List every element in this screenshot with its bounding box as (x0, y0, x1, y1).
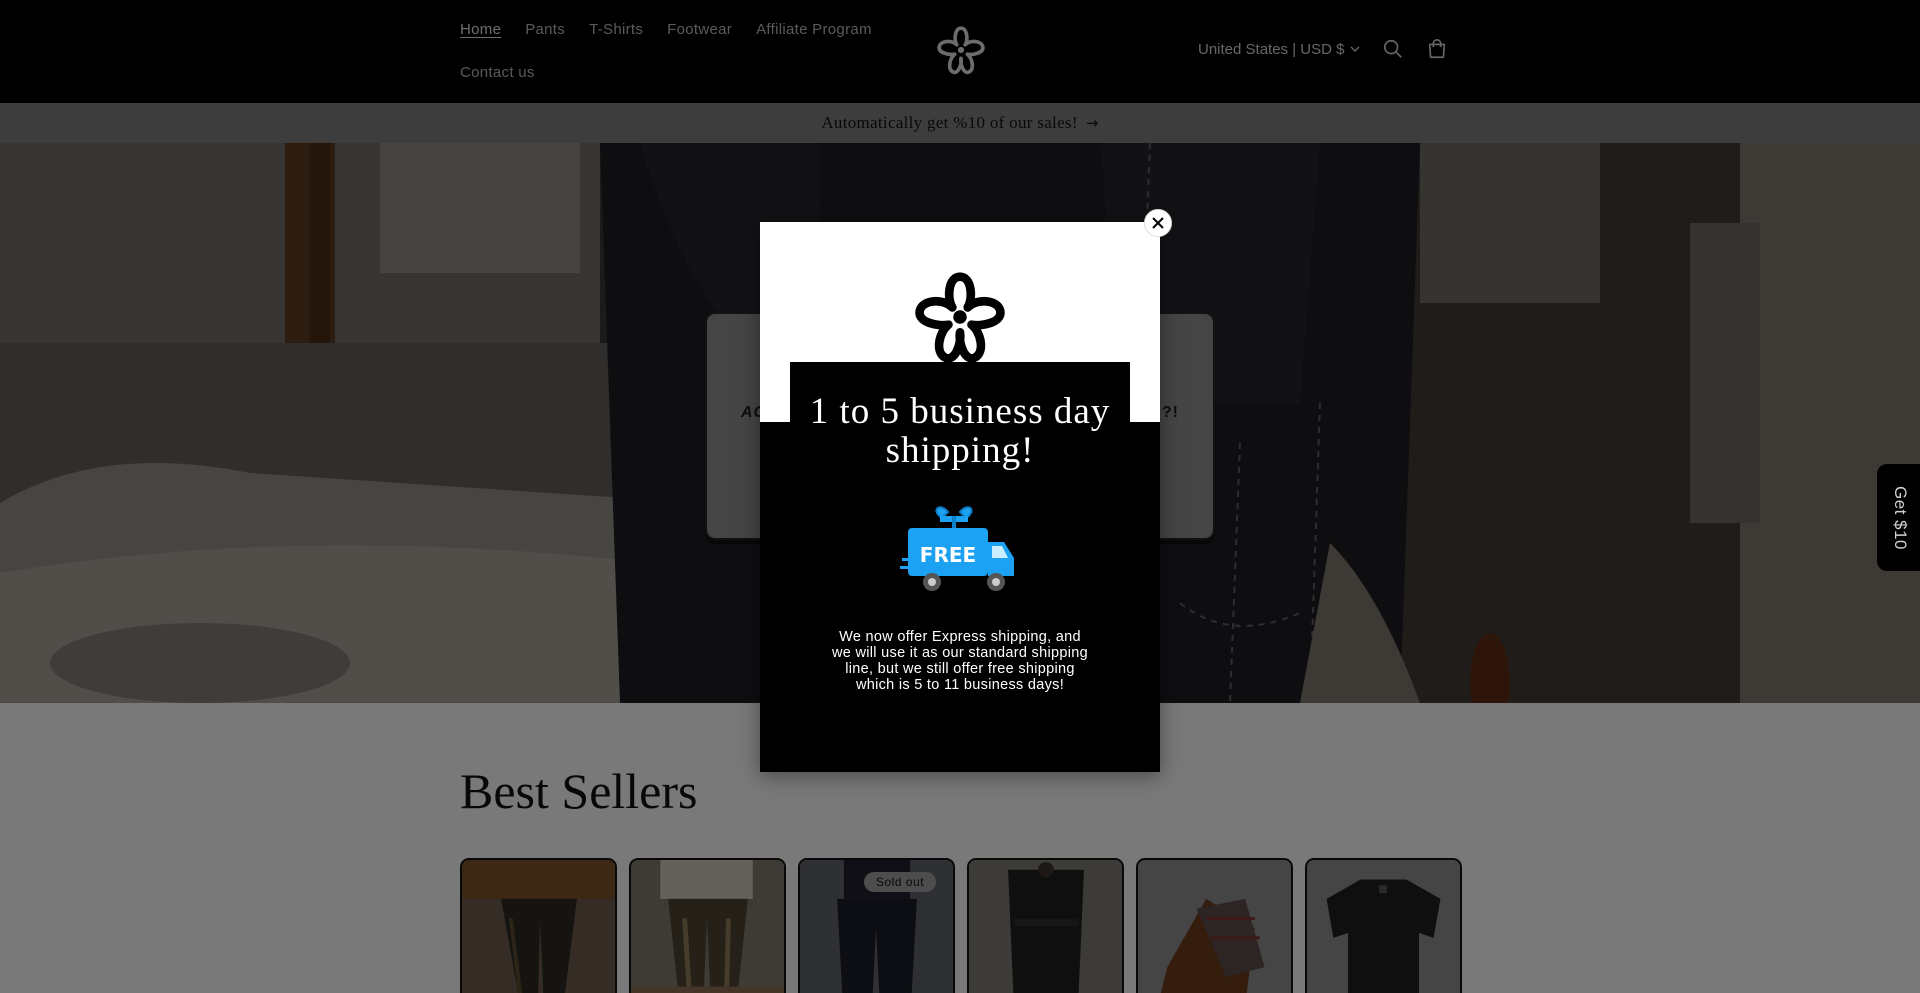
free-shipping-truck-icon: FREE (900, 506, 1014, 591)
popup-close-button[interactable] (1144, 209, 1172, 237)
truck-free-label: FREE (920, 543, 976, 567)
get-10-side-tab[interactable]: Get $10 (1877, 464, 1920, 571)
close-icon (1152, 217, 1164, 229)
get-10-label: Get $10 (1891, 485, 1910, 550)
shipping-popup-modal: 1 to 5 business day shipping! FREE We no… (760, 222, 1160, 772)
flower-logo-icon (915, 272, 1005, 363)
popup-heading: 1 to 5 business day shipping! (809, 391, 1111, 471)
popup-content-panel: 1 to 5 business day shipping! FREE We no… (790, 362, 1130, 772)
popup-body-text: We now offer Express shipping, and we wi… (832, 629, 1088, 693)
